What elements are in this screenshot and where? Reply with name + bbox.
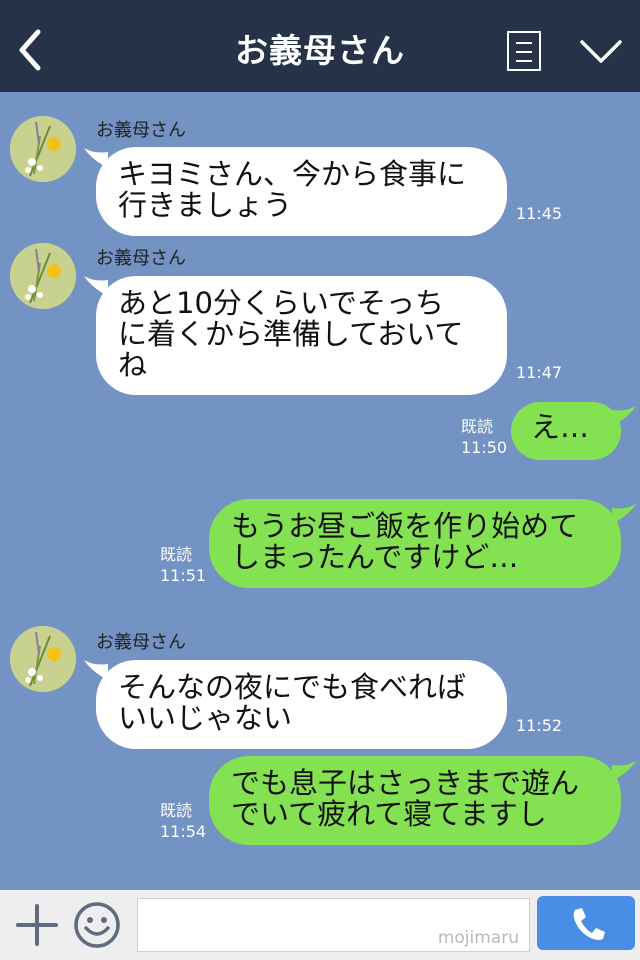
timestamp: 11:54 [160,822,207,841]
sender-name: お義母さん [96,120,186,141]
chevron-down-icon[interactable] [578,36,624,66]
timestamp: 11:47 [516,363,563,382]
avatar[interactable] [10,626,76,692]
message-list[interactable]: お義母さん キヨミさん、今から食事に 行きましょう 11:45 お義母さん あと… [0,92,640,890]
bubble-tail [612,406,636,426]
phone-icon [573,908,605,940]
message-bubble-outgoing[interactable]: え… [511,402,621,460]
chat-title: お義母さん [235,31,405,70]
chat-header: お義母さん [0,0,640,92]
message-input[interactable]: mojimaru [137,898,530,952]
sender-name: お義母さん [96,248,186,269]
plus-icon[interactable] [14,902,60,948]
bubble-tail [612,504,636,524]
avatar[interactable] [10,243,76,309]
chat-footer: mojimaru [0,890,640,960]
message-bubble-incoming[interactable]: あと10分くらいでそっち に着くから準備しておいて ね [96,276,507,395]
read-receipt: 既読 [160,801,193,820]
smiley-icon[interactable] [72,900,122,950]
list-menu-icon[interactable] [507,31,541,71]
message-bubble-outgoing[interactable]: もうお昼ご飯を作り始めて しまったんですけど… [209,499,621,588]
avatar[interactable] [10,116,76,182]
flower-avatar-icon [10,116,76,182]
call-button[interactable] [537,896,635,950]
watermark: mojimaru [437,928,519,948]
sender-name: お義母さん [96,632,186,653]
bubble-tail [612,761,636,781]
read-receipt: 既読 [160,545,193,564]
flower-avatar-icon [10,626,76,692]
message-bubble-outgoing[interactable]: でも息子はさっきまで遊ん でいて疲れて寝てますし [209,756,621,845]
timestamp: 11:52 [516,716,563,735]
timestamp: 11:50 [461,438,508,457]
timestamp: 11:51 [160,566,207,585]
read-receipt: 既読 [461,417,494,436]
message-bubble-incoming[interactable]: キヨミさん、今から食事に 行きましょう [96,147,507,236]
message-bubble-incoming[interactable]: そんなの夜にでも食べれば いいじゃない [96,660,507,749]
flower-avatar-icon [10,243,76,309]
timestamp: 11:45 [516,204,563,223]
